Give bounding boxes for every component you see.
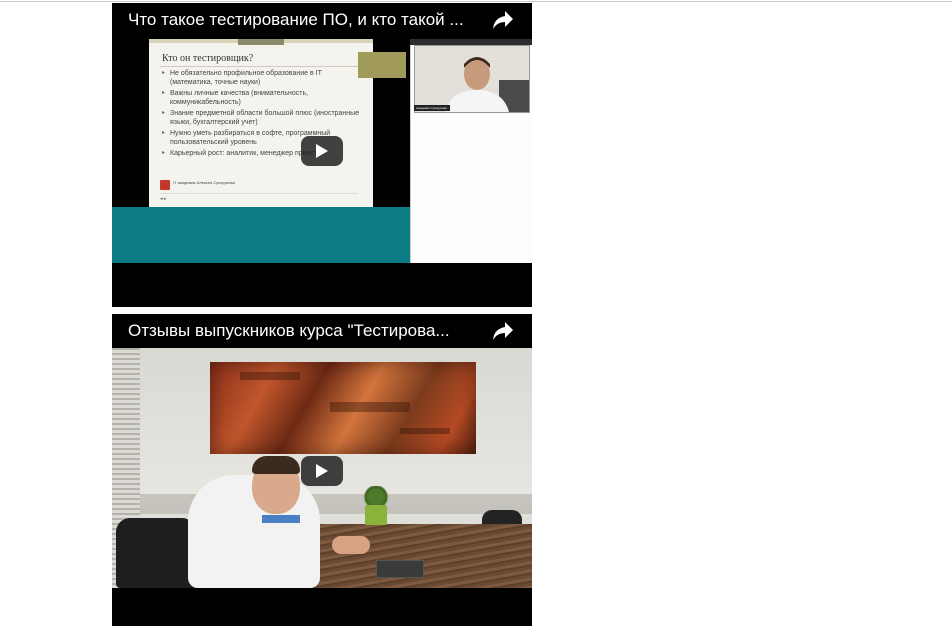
office-chair bbox=[116, 518, 196, 588]
slide-heading-divider bbox=[160, 66, 358, 67]
slide-footer-divider bbox=[160, 193, 358, 194]
person-hands bbox=[332, 536, 370, 554]
share-arrow-icon[interactable] bbox=[492, 321, 514, 341]
slide-nav-arrows: ◂ ▸ bbox=[160, 196, 167, 202]
person-hair bbox=[252, 456, 300, 474]
play-icon bbox=[316, 464, 328, 478]
tablet-device bbox=[376, 560, 424, 578]
webcam-name-label: Академия Сухорукова bbox=[414, 105, 450, 111]
webcam-video bbox=[414, 45, 530, 113]
play-button[interactable] bbox=[301, 136, 343, 166]
slide-bullet: Важны личные качества (внимательность, к… bbox=[162, 89, 362, 107]
academy-logo-icon bbox=[160, 180, 170, 190]
play-icon bbox=[316, 144, 328, 158]
video-player-2[interactable]: Отзывы выпускников курса "Тестирова... bbox=[112, 314, 532, 626]
olive-overlay-block bbox=[358, 52, 406, 78]
presenter-figure bbox=[415, 46, 529, 112]
video-bottom-bar bbox=[112, 588, 532, 626]
play-button[interactable] bbox=[301, 456, 343, 486]
plant-pot bbox=[365, 505, 387, 525]
teal-footer-block bbox=[112, 207, 410, 263]
slide-top-tab bbox=[238, 39, 284, 45]
video-title-link[interactable]: Отзывы выпускников курса "Тестирова... bbox=[128, 320, 488, 342]
slide-bullet: Знание предметной области большой плюс (… bbox=[162, 109, 362, 127]
share-arrow-icon[interactable] bbox=[492, 10, 514, 30]
slide-bullet: Не обязательно профильное образование в … bbox=[162, 69, 362, 87]
video-title-bar: Что такое тестирование ПО, и кто такой .… bbox=[112, 3, 532, 37]
video-title-bar: Отзывы выпускников курса "Тестирова... bbox=[112, 314, 532, 348]
slide-heading: Кто он тестировщик? bbox=[162, 53, 254, 64]
wall-painting bbox=[210, 362, 476, 454]
shirt-print bbox=[262, 515, 300, 523]
slide-logo-text: IT академия Алексея Сухорукова bbox=[173, 180, 235, 185]
video-title-link[interactable]: Что такое тестирование ПО, и кто такой .… bbox=[128, 9, 488, 31]
video-player-1[interactable]: Кто он тестировщик? Не обязательно профи… bbox=[112, 3, 532, 307]
page-top-divider bbox=[0, 1, 952, 2]
